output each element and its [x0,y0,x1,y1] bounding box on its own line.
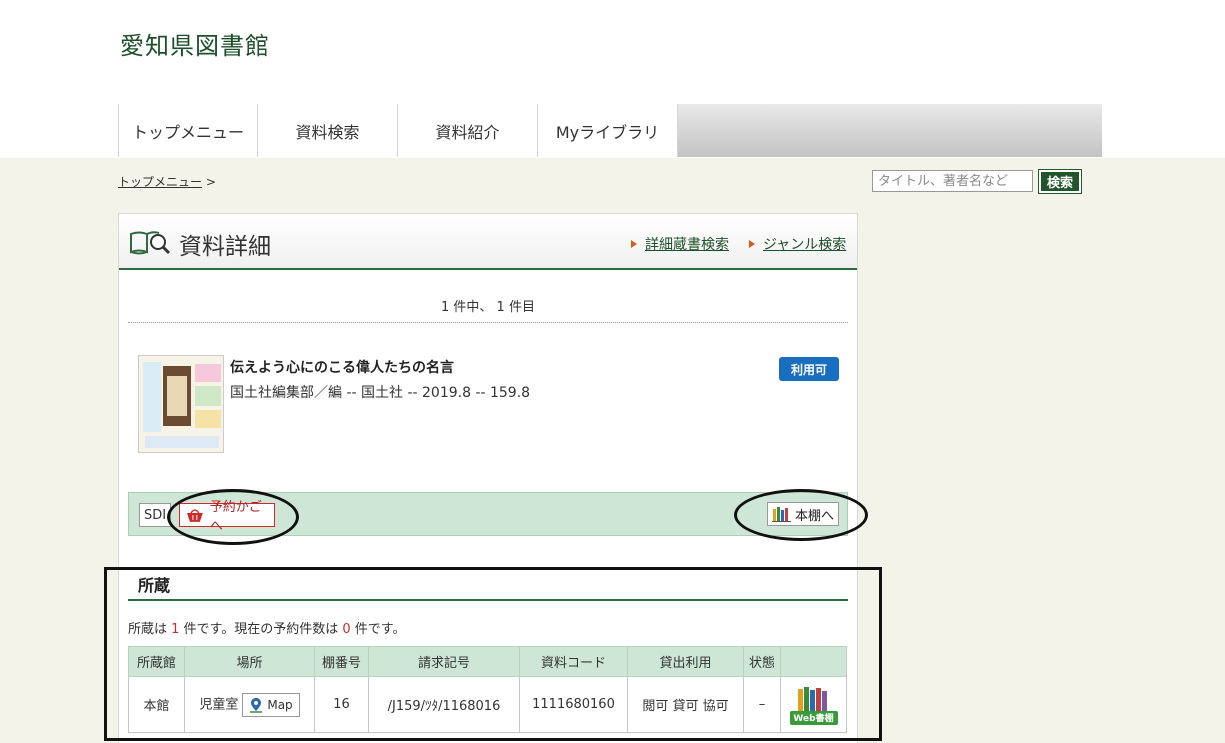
table-row: 本館 児童室 Map 16 /J159/ﾂﾀ/1168016 111168016… [128,676,847,733]
column-header [780,646,847,677]
detail-panel: 資料詳細 詳細蔵書検索 ジャンル検索 1 件中、 1 件目 伝えよう心にのこる偉… [118,213,858,743]
genre-search-label: ジャンル検索 [763,237,847,253]
arrow-icon [749,240,755,248]
column-header: 棚番号 [314,646,369,677]
map-pin-icon [250,697,263,713]
holdings-rule [128,599,848,601]
divider [128,322,848,323]
result-count: 1 件中、 1 件目 [441,300,535,315]
action-bar: SDI 予約かごへ 本棚へ [128,492,848,536]
reserve-cart-button[interactable]: 予約かごへ [179,500,275,534]
location-cell: 児童室 Map [184,676,315,733]
book-title: 伝えよう心にのこる偉人たちの名言 [230,360,454,376]
basket-icon [186,509,203,522]
arrow-icon [631,240,637,248]
web-shelf-label: Web書棚 [789,710,838,725]
advanced-search-label: 詳細蔵書検索 [645,237,729,253]
advanced-search-link[interactable]: 詳細蔵書検索 [631,234,729,254]
book-search-icon [130,231,171,255]
breadcrumb-top-link[interactable]: トップメニュー [118,175,202,189]
shelf-cell: 16 [314,676,369,733]
location-text: 児童室 [199,697,239,712]
web-shelf-button[interactable]: Web書棚 [789,685,838,725]
nav-item-intro[interactable]: 資料紹介 [398,104,538,157]
bookshelf-label: 本棚へ [795,508,835,524]
nav-item-top-menu[interactable]: トップメニュー [118,104,258,157]
main-nav: トップメニュー 資料検索 資料紹介 Myライブラリ [118,104,1102,157]
genre-search-link[interactable]: ジャンル検索 [749,234,846,254]
item-code-cell: 1111680160 [519,676,628,733]
bookshelf-icon [772,507,791,522]
book-cover-image[interactable] [138,355,224,453]
panel-header: 資料詳細 詳細蔵書検索 ジャンル検索 [119,214,857,270]
reservation-count: 0 [342,622,351,637]
breadcrumb: トップメニュー > [118,173,216,190]
reserve-cart-label: 予約かごへ [209,500,262,534]
column-header: 所蔵館 [128,646,185,677]
library-cell: 本館 [128,676,185,733]
page-title: 資料詳細 [179,234,271,260]
sdi-button[interactable]: SDI [139,503,171,527]
holdings-table: 所蔵館 場所 棚番号 請求記号 資料コード 貸出利用 状態 本館 児童室 Map… [128,646,847,733]
map-button[interactable]: Map [242,692,300,717]
web-shelf-icon [797,686,827,711]
search-input[interactable] [872,170,1033,192]
holdings-summary: 所蔵は 1 件です。現在の予約件数は 0 件です。 [128,622,406,637]
site-title[interactable]: 愛知県図書館 [120,26,270,61]
holdings-title: 所蔵 [138,576,171,595]
book-meta: 国土社編集部／編 -- 国土社 -- 2019.8 -- 159.8 [230,385,531,401]
column-header: 資料コード [519,646,628,677]
column-header: 請求記号 [368,646,520,677]
map-label: Map [267,697,293,712]
call-number-cell: /J159/ﾂﾀ/1168016 [368,676,520,733]
table-header-row: 所蔵館 場所 棚番号 請求記号 資料コード 貸出利用 状態 [128,646,847,677]
state-cell: – [743,676,781,733]
column-header: 貸出利用 [627,646,744,677]
breadcrumb-separator: > [205,175,216,189]
loan-cell: 閲可 貸可 協可 [627,676,744,733]
search-button[interactable]: 検索 [1038,169,1082,194]
status-badge: 利用可 [779,357,839,381]
column-header: 場所 [184,646,315,677]
bookshelf-button[interactable]: 本棚へ [767,502,839,526]
nav-item-search[interactable]: 資料検索 [258,104,398,157]
nav-item-my-library[interactable]: Myライブラリ [538,104,678,157]
column-header: 状態 [743,646,781,677]
web-shelf-cell: Web書棚 [780,676,847,733]
